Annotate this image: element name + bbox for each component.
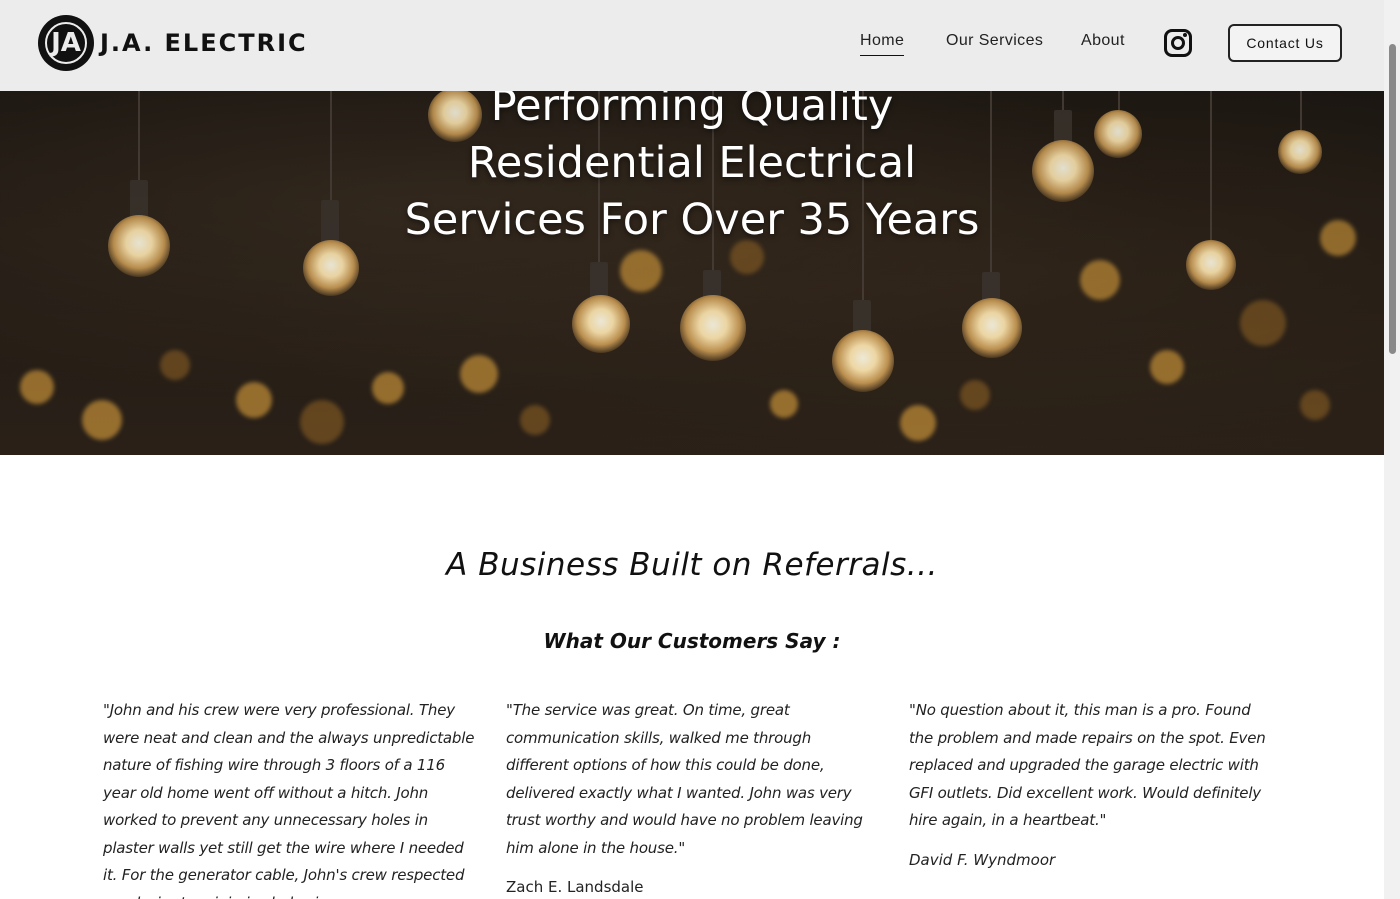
testimonial-quote: "John and his crew were very professiona… [103, 701, 475, 899]
logo-text: J.A. ELECTRIC [100, 29, 308, 57]
site-logo[interactable]: JA J.A. ELECTRIC [38, 15, 308, 71]
contact-us-button[interactable]: Contact Us [1228, 24, 1342, 62]
testimonial-quote: "No question about it, this man is a pro… [909, 701, 1266, 829]
testimonial-quote: "The service was great. On time, great c… [506, 701, 863, 857]
nav-services-link[interactable]: Our Services [946, 32, 1043, 50]
testimonial-author: David F. Wyndmoor [909, 851, 1056, 869]
nav-home-link[interactable]: Home [860, 32, 905, 56]
hero-title: Performing Quality Residential Electrica… [0, 78, 1384, 249]
hero-title-line: Services For Over 35 Years [404, 195, 980, 245]
logo-mark-glyph: JA [51, 28, 81, 58]
referrals-subtitle: What Our Customers Say : [543, 629, 841, 653]
page-scrollbar[interactable] [1384, 0, 1400, 899]
hero-title-line: Residential Electrical [467, 138, 917, 188]
site-header: JA J.A. ELECTRIC Home Our Services About… [0, 0, 1384, 91]
logo-mark-icon: JA [38, 15, 94, 71]
nav-about-link[interactable]: About [1081, 32, 1125, 50]
scrollbar-thumb[interactable] [1389, 44, 1396, 354]
referrals-title: A Business Built on Referrals... [446, 547, 938, 583]
testimonial-author: Zach E. Landsdale [506, 878, 644, 896]
instagram-icon[interactable] [1164, 29, 1192, 57]
